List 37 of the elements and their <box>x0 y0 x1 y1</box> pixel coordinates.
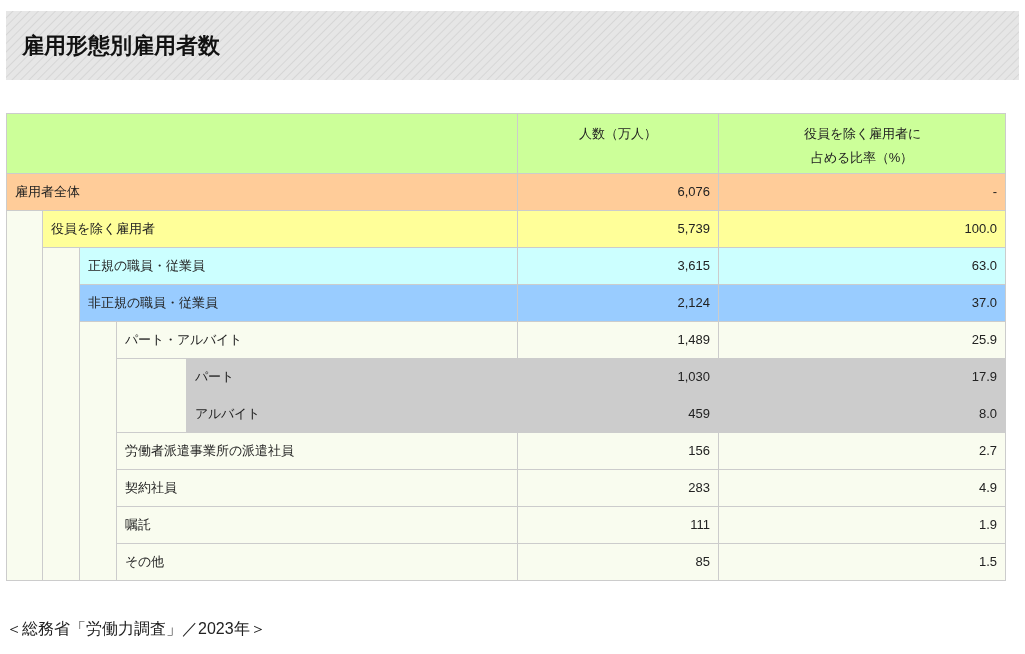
ratio-cell: 8.0 <box>718 395 1006 433</box>
count-cell: 5,739 <box>517 210 719 248</box>
row-label-cell: パート・アルバイト <box>116 321 518 359</box>
row-label-cell: 正規の職員・従業員 <box>79 247 518 285</box>
row-label-cell: 非正規の職員・従業員 <box>79 284 518 322</box>
count-cell: 283 <box>517 469 719 507</box>
count-cell: 111 <box>517 506 719 544</box>
count-cell: 156 <box>517 432 719 470</box>
count-cell: 85 <box>517 543 719 581</box>
count-cell: 459 <box>517 395 719 433</box>
column-header: 役員を除く雇用者に占める比率（%） <box>802 125 922 167</box>
row-label-cell: パート <box>186 358 518 396</box>
ratio-cell: 37.0 <box>718 284 1006 322</box>
row-label-cell: 労働者派遣事業所の派遣社員 <box>116 432 518 470</box>
count-cell: 1,030 <box>517 358 719 396</box>
row-label-cell: その他 <box>116 543 518 581</box>
source-note: ＜総務省「労働力調査」／2023年＞ <box>6 619 267 639</box>
count-cell: 1,489 <box>517 321 719 359</box>
page-title: 雇用形態別雇用者数 <box>22 32 220 60</box>
ratio-cell: 25.9 <box>718 321 1006 359</box>
count-cell: 2,124 <box>517 284 719 322</box>
row-label-cell: 雇用者全体 <box>6 173 518 211</box>
ratio-cell: 17.9 <box>718 358 1006 396</box>
ratio-cell: 2.7 <box>718 432 1006 470</box>
row-label-cell: 契約社員 <box>116 469 518 507</box>
ratio-cell: - <box>718 173 1006 211</box>
ratio-cell: 100.0 <box>718 210 1006 248</box>
ratio-cell: 1.5 <box>718 543 1006 581</box>
row-label-cell: 嘱託 <box>116 506 518 544</box>
count-cell: 3,615 <box>517 247 719 285</box>
row-label-cell: 役員を除く雇用者 <box>42 210 518 248</box>
column-header: 人数（万人） <box>579 125 658 143</box>
ratio-cell: 1.9 <box>718 506 1006 544</box>
ratio-cell: 63.0 <box>718 247 1006 285</box>
ratio-cell: 4.9 <box>718 469 1006 507</box>
row-label-cell: アルバイト <box>186 395 518 433</box>
count-cell: 6,076 <box>517 173 719 211</box>
